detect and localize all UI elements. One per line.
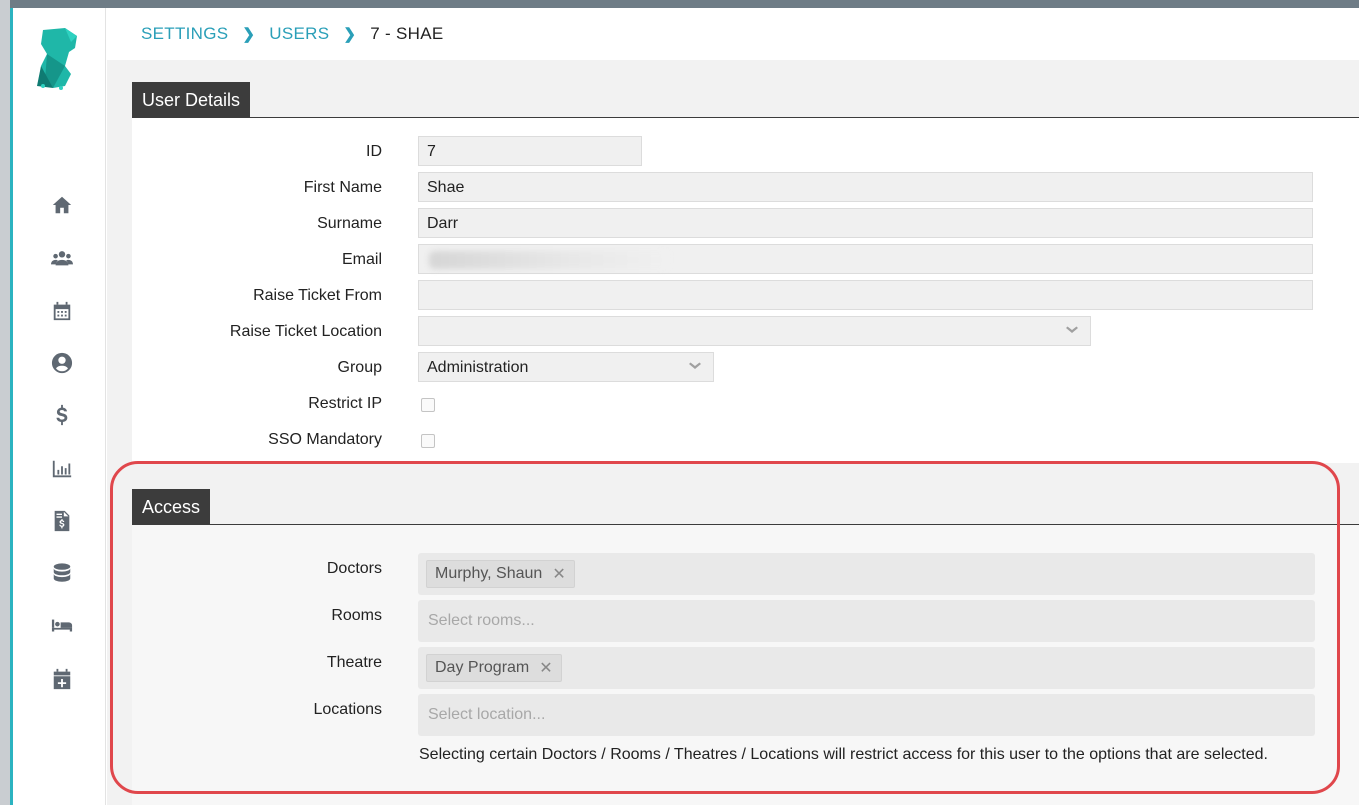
- chevron-right-icon: ❯: [242, 26, 256, 43]
- remove-tag-icon[interactable]: ✕: [539, 658, 552, 678]
- theatre-label: Theatre: [326, 654, 382, 671]
- browser-top-bar: [0, 0, 1359, 8]
- surname-label: Surname: [317, 215, 382, 232]
- user-circle-icon[interactable]: [49, 350, 75, 376]
- calendar-icon[interactable]: [49, 298, 75, 324]
- user-details-header: User Details: [132, 78, 251, 118]
- surname-field[interactable]: Darr: [418, 208, 1313, 238]
- breadcrumb: SETTINGS ❯ USERS ❯ 7 - SHAE: [107, 8, 1359, 60]
- locations-label: Locations: [313, 701, 383, 718]
- theatre-tag: Day Program ✕: [426, 654, 562, 682]
- email-label: Email: [341, 251, 382, 268]
- chevron-down-icon: [689, 362, 701, 369]
- breadcrumb-users-link[interactable]: USERS: [269, 24, 329, 44]
- bar-chart-icon[interactable]: [49, 456, 75, 482]
- main-content: SETTINGS ❯ USERS ❯ 7 - SHAE User Details…: [107, 8, 1359, 805]
- doctor-tag: Murphy, Shaun ✕: [426, 560, 575, 588]
- rooms-placeholder: Select rooms...: [428, 612, 535, 629]
- database-icon[interactable]: [49, 560, 75, 586]
- theatre-tag-label: Day Program: [435, 659, 530, 676]
- locations-placeholder: Select location...: [428, 706, 546, 723]
- first-name-field[interactable]: Shae: [418, 172, 1313, 202]
- group-label: Group: [337, 359, 382, 376]
- doctor-tag-label: Murphy, Shaun: [435, 565, 543, 582]
- rooms-multiselect[interactable]: Select rooms...: [418, 600, 1315, 642]
- sso-mandatory-checkbox[interactable]: [421, 434, 435, 448]
- doctors-label: Doctors: [326, 560, 382, 577]
- chevron-right-icon: ❯: [343, 26, 357, 43]
- dollar-icon[interactable]: [49, 402, 75, 428]
- first-name-label: First Name: [303, 179, 382, 196]
- raise-ticket-from-label: Raise Ticket From: [253, 287, 382, 304]
- raise-ticket-from-field[interactable]: [418, 280, 1313, 310]
- rooms-label: Rooms: [331, 607, 382, 624]
- window-frame: SETTINGS ❯ USERS ❯ 7 - SHAE User Details…: [0, 0, 1359, 805]
- id-label: ID: [366, 143, 382, 160]
- sso-mandatory-label: SSO Mandatory: [268, 431, 382, 448]
- group-select[interactable]: Administration: [418, 352, 714, 382]
- breadcrumb-current: 7 - SHAE: [370, 24, 444, 43]
- email-field[interactable]: [418, 244, 1313, 274]
- locations-multiselect[interactable]: Select location...: [418, 694, 1315, 736]
- redacted-email: [429, 251, 669, 269]
- remove-tag-icon[interactable]: ✕: [552, 564, 565, 584]
- restrict-ip-label: Restrict IP: [308, 395, 382, 412]
- raise-ticket-location-select[interactable]: [418, 316, 1091, 346]
- invoice-icon[interactable]: [49, 508, 75, 534]
- access-panel: Doctors Murphy, Shaun ✕ Rooms Select roo…: [132, 525, 1359, 805]
- access-help-text: Selecting certain Doctors / Rooms / Thea…: [419, 746, 1268, 763]
- user-details-panel: ID 7 First Name Shae Surname Darr Email …: [132, 118, 1359, 463]
- logo-icon: [37, 28, 77, 90]
- sidebar: [13, 8, 106, 805]
- access-title: Access: [132, 489, 211, 525]
- chevron-down-icon: [1066, 326, 1078, 333]
- bed-icon[interactable]: [49, 613, 75, 639]
- restrict-ip-checkbox[interactable]: [421, 398, 435, 412]
- access-header: Access: [132, 485, 211, 525]
- breadcrumb-settings-link[interactable]: SETTINGS: [141, 24, 228, 44]
- home-icon[interactable]: [49, 192, 75, 218]
- users-icon[interactable]: [49, 245, 75, 271]
- left-edge-strip: [0, 0, 10, 805]
- group-value: Administration: [427, 359, 529, 376]
- calendar-plus-icon[interactable]: [49, 666, 75, 692]
- theatre-multiselect[interactable]: Day Program ✕: [418, 647, 1315, 689]
- user-details-title: User Details: [132, 82, 251, 118]
- app-window: SETTINGS ❯ USERS ❯ 7 - SHAE User Details…: [10, 8, 1359, 805]
- doctors-multiselect[interactable]: Murphy, Shaun ✕: [418, 553, 1315, 595]
- id-field[interactable]: 7: [418, 136, 642, 166]
- raise-ticket-location-label: Raise Ticket Location: [229, 323, 382, 340]
